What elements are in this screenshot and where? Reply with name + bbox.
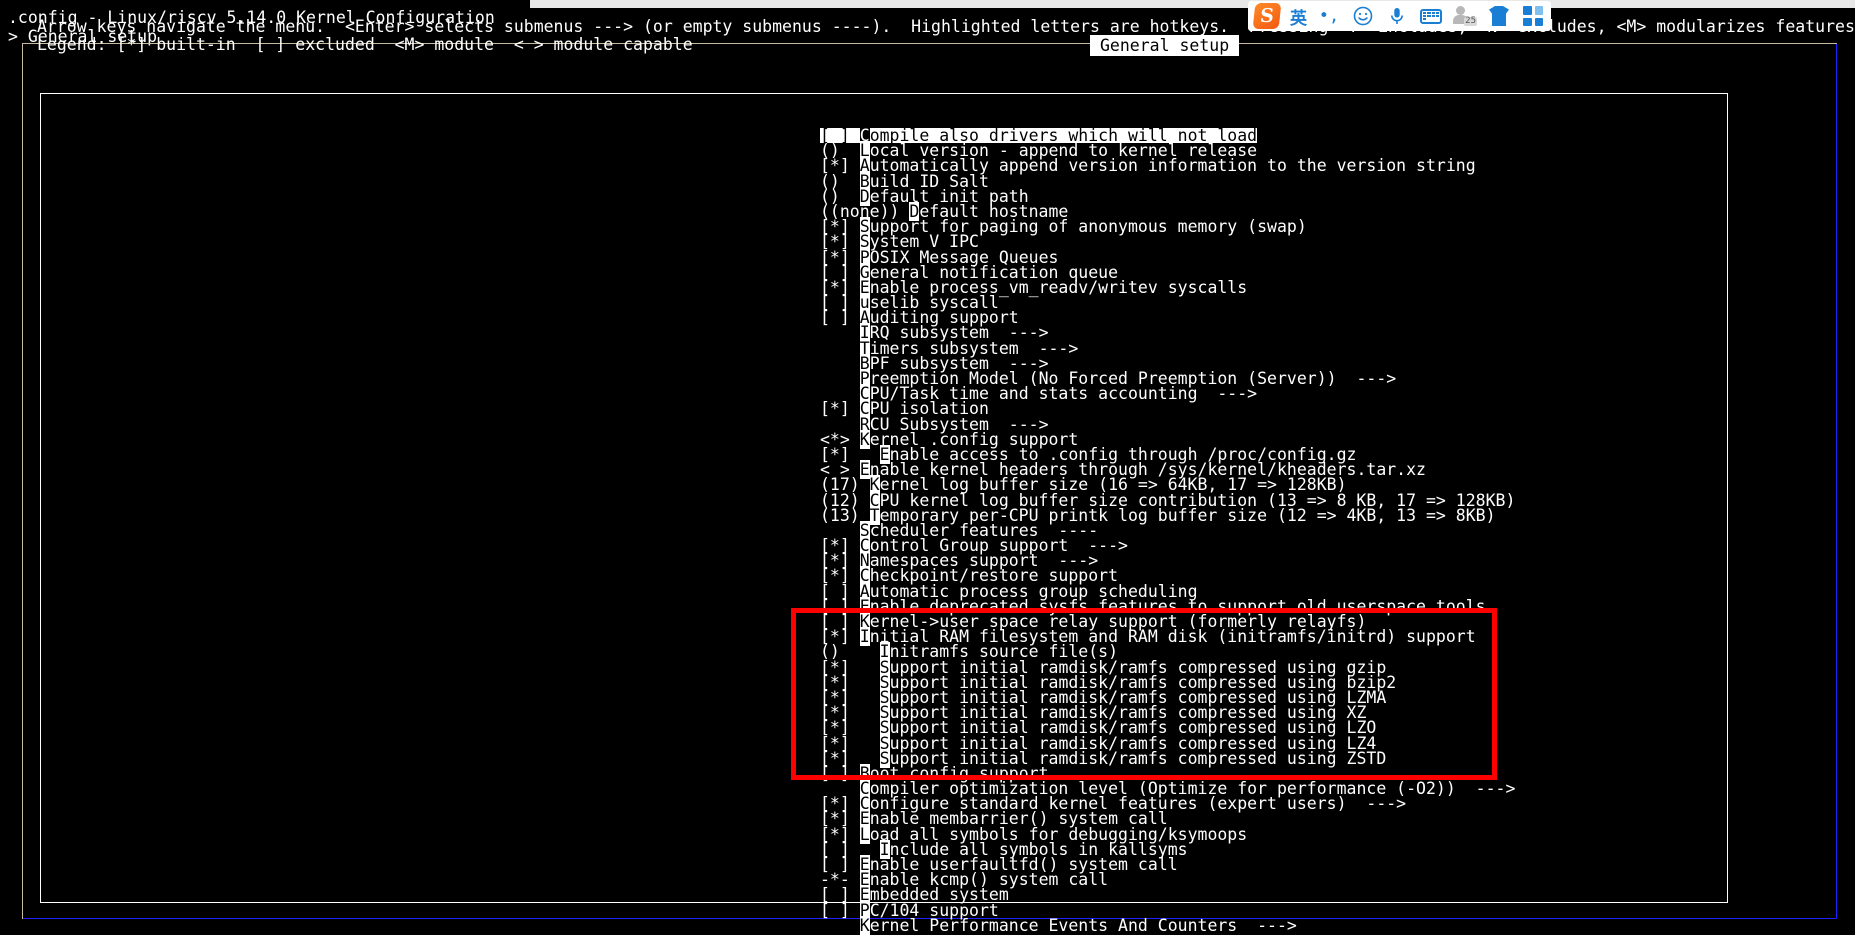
dialog-title-label: General setup bbox=[1090, 35, 1240, 56]
ime-mode-toggle[interactable]: 英 bbox=[1290, 4, 1307, 29]
account-badge: 25 bbox=[1464, 16, 1477, 26]
help-text: Arrow keys navigate the menu. <Enter> se… bbox=[37, 18, 1855, 54]
punctuation-icon[interactable]: •, bbox=[1317, 4, 1341, 28]
help-line-1: Arrow keys navigate the menu. <Enter> se… bbox=[37, 17, 1855, 36]
account-icon[interactable]: 25 bbox=[1453, 4, 1477, 28]
menu-list[interactable]: [ ] Compile also drivers which will not … bbox=[820, 126, 1720, 935]
help-line-2: Legend: [*] built-in [ ] excluded <M> mo… bbox=[37, 35, 693, 54]
skin-icon[interactable] bbox=[1487, 4, 1511, 28]
keyboard-icon[interactable] bbox=[1419, 4, 1443, 28]
desktop-top-strip-dark bbox=[0, 0, 530, 8]
menu-item[interactable]: Kernel Performance Events And Counters -… bbox=[820, 915, 1720, 935]
apps-grid-icon[interactable] bbox=[1521, 4, 1545, 28]
sogou-logo-icon[interactable]: S bbox=[1252, 3, 1282, 29]
menuconfig-screen: .config - Linux/riscv 5.14.0 Kernel Conf… bbox=[0, 8, 1855, 935]
microphone-icon[interactable] bbox=[1385, 4, 1409, 28]
smiley-icon[interactable] bbox=[1351, 4, 1375, 28]
ime-toolbar[interactable]: S 英 •, 25 bbox=[1248, 1, 1551, 31]
